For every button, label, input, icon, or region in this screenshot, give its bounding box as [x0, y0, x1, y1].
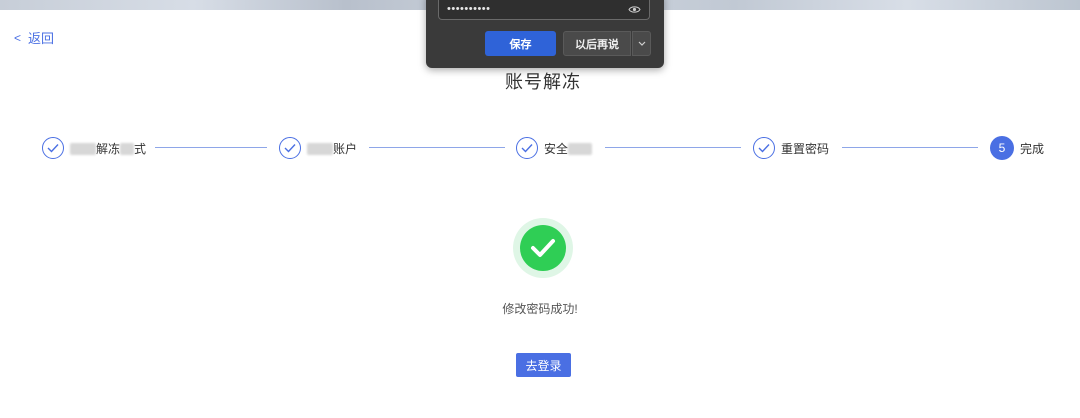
redacted-text — [70, 143, 96, 156]
step-4-label: 重置密码 — [781, 141, 830, 156]
check-icon — [279, 137, 301, 159]
check-icon — [516, 137, 538, 159]
step-connector — [842, 147, 978, 148]
redacted-text — [307, 143, 333, 156]
step-1-label: 解冻式 — [70, 140, 146, 157]
password-field[interactable]: •••••••••• — [438, 0, 650, 20]
step-2-label: 账户 — [307, 140, 357, 157]
eye-icon[interactable] — [628, 5, 641, 14]
step-5-number: 5 — [990, 136, 1014, 160]
redacted-text — [568, 143, 593, 156]
step-3: 安全 — [516, 135, 593, 161]
step-connector — [369, 147, 505, 148]
check-icon — [42, 137, 64, 159]
chevron-left-icon: < — [14, 30, 22, 45]
chevron-down-icon[interactable] — [632, 31, 651, 56]
go-login-button[interactable]: 去登录 — [516, 353, 571, 377]
step-5: 5 完成 — [990, 135, 1044, 161]
redacted-text — [120, 143, 135, 156]
save-password-popup: •••••••••• 保存 以后再说 — [426, 0, 664, 68]
page: < 返回 账号解冻 解冻式 账户 安全 重置密码 5 完成 修改密码成功! 去登… — [0, 0, 1080, 418]
step-2: 账户 — [279, 135, 357, 161]
later-button[interactable]: 以后再说 — [563, 31, 631, 56]
page-title: 账号解冻 — [505, 72, 581, 92]
step-4: 重置密码 — [753, 135, 829, 161]
masked-password: •••••••••• — [447, 3, 491, 15]
step-progress: 解冻式 账户 安全 重置密码 5 完成 — [42, 135, 1052, 161]
save-password-button[interactable]: 保存 — [485, 31, 556, 56]
success-icon — [513, 218, 573, 278]
back-link[interactable]: < 返回 — [14, 28, 54, 47]
success-message: 修改密码成功! — [502, 302, 578, 316]
step-1: 解冻式 — [42, 135, 146, 161]
back-label: 返回 — [28, 31, 55, 46]
check-icon — [753, 137, 775, 159]
step-5-label: 完成 — [1020, 141, 1045, 156]
step-connector — [155, 147, 267, 148]
step-connector — [605, 147, 741, 148]
step-3-label: 安全 — [544, 140, 593, 157]
